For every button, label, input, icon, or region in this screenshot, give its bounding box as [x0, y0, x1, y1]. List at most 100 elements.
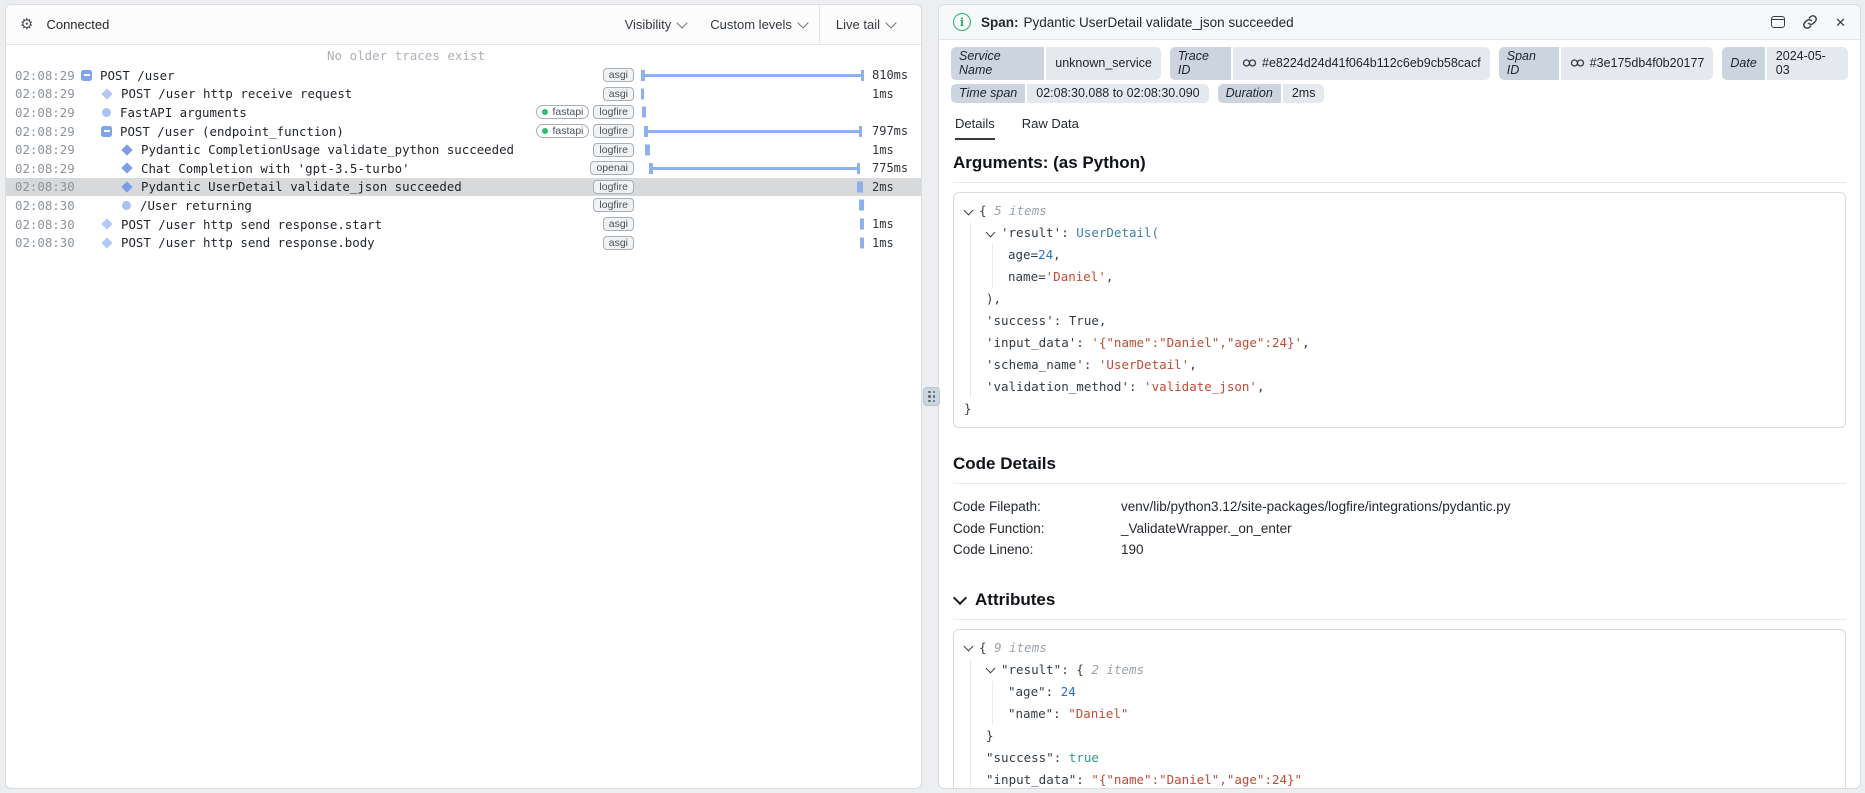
code-token: , — [1053, 247, 1061, 262]
python-arguments-code: { 5 items'result': UserDetail(age= 24, nam… — [953, 192, 1846, 428]
scope-badges: fastapi logfire — [536, 105, 641, 120]
info-icon: i — [953, 13, 971, 31]
scope-badges: openai — [590, 161, 641, 176]
trace-span-label: Pydantic UserDetail validate_json succee… — [141, 179, 462, 195]
collapse-toggle-icon[interactable] — [101, 125, 112, 137]
indent-guide — [964, 266, 986, 288]
scope-badge-asgi[interactable]: asgi — [602, 86, 634, 101]
duration-bar-track — [641, 178, 864, 197]
trace-row[interactable]: 02:08:30/User returning logfire — [6, 196, 921, 215]
meta-trace-id: Trace ID #e8224d24d41f064b112c6eb9cb58cac… — [1169, 47, 1490, 80]
scope-badge-logfire[interactable]: logfire — [593, 124, 634, 139]
scope-badge-logfire[interactable]: logfire — [593, 179, 634, 194]
attributes-section-header: Attributes — [952, 590, 1846, 620]
code-token: 'input_data': — [986, 335, 1092, 350]
meta-span-id-value[interactable]: #3e175db4f0b20177 — [1560, 47, 1714, 80]
trace-row[interactable]: 02:08:30 POST /user http send response.st… — [6, 215, 921, 234]
collapse-chevron-icon[interactable] — [952, 590, 968, 606]
collapse-chevron-icon[interactable] — [985, 227, 996, 237]
visibility-dropdown[interactable]: Visibility — [613, 16, 699, 32]
code-token: 'UserDetail' — [1098, 357, 1190, 372]
indent-guide — [986, 244, 1008, 266]
toggle-panel-layout-button[interactable] — [1771, 16, 1786, 28]
green-dot-icon — [542, 109, 549, 116]
trace-timestamp: 02:08:29 — [15, 104, 75, 120]
live-tail-dropdown[interactable]: Live tail — [820, 16, 921, 32]
trace-span-label: POST /user http send response.body — [121, 235, 375, 251]
code-token: , — [1189, 357, 1197, 372]
trace-span-label: Pydantic CompletionUsage validate_python… — [141, 142, 514, 158]
meta-trace-id-value[interactable]: #e8224d24d41f064b112c6eb9cb58cacf — [1233, 47, 1490, 80]
custom-levels-dropdown[interactable]: Custom levels — [698, 16, 819, 32]
span-name-label: Pydantic UserDetail validate_json succee… — [1023, 14, 1294, 30]
trace-row[interactable]: 02:08:30 POST /user http send response.bo… — [6, 233, 921, 252]
scope-badges: asgi — [602, 86, 641, 101]
meta-date-value: 2024-05-03 — [1766, 47, 1849, 80]
code-token: } — [964, 401, 972, 416]
indent-guide — [964, 288, 986, 310]
panel-resize-handle[interactable] — [923, 387, 940, 406]
code-line: 'input_data': '{"name":"Daniel","age":24… — [964, 332, 1835, 354]
meta-date: Date 2024-05-03 — [1722, 47, 1849, 80]
no-older-traces-message: No older traces exist — [326, 48, 486, 63]
trace-row[interactable]: 02:08:29 FastAPI arguments fastapi logfire — [6, 103, 921, 122]
code-token: "result": { — [1001, 661, 1092, 677]
chevron-down-icon — [676, 16, 688, 29]
collapse-chevron-icon[interactable] — [985, 663, 996, 674]
code-token: "input_data": — [986, 771, 1092, 787]
duration-bar — [644, 125, 862, 137]
duration-label: 1ms — [872, 86, 894, 101]
trace-row[interactable]: 02:08:29 POST /user (endpoint_function) fa… — [6, 122, 921, 141]
scope-badge-openai[interactable]: openai — [590, 161, 634, 176]
trace-row[interactable]: 02:08:29 Pydantic CompletionUsage validat… — [6, 140, 921, 159]
collapse-toggle-icon[interactable] — [81, 69, 92, 81]
scope-badge-logfire[interactable]: logfire — [593, 198, 634, 213]
span-kind-icon — [102, 107, 111, 117]
visibility-dropdown-label: Visibility — [624, 17, 672, 32]
collapse-chevron-icon[interactable] — [963, 641, 974, 652]
arguments-section-header: Arguments: (as Python) — [953, 153, 1846, 183]
duration-bar-track — [641, 196, 864, 215]
scope-badge-logfire[interactable]: logfire — [593, 105, 634, 120]
indent-guide — [964, 680, 986, 703]
trace-row[interactable]: 02:08:29 POST /user asgi 810ms — [6, 66, 921, 85]
trace-timestamp: 02:08:29 — [15, 123, 75, 139]
meta-badge-row: Time span 02:08:30.088 to 02:08:30.090 Dur… — [951, 84, 1848, 103]
duration-bar — [649, 162, 860, 174]
tab-raw-data[interactable]: Raw Data — [1022, 116, 1079, 140]
close-icon[interactable]: ✕ — [1835, 16, 1846, 29]
code-line: { 9 items — [963, 637, 1835, 659]
trace-span-tree: FastAPI arguments fastapi logfire — [77, 105, 641, 120]
tab-details[interactable]: Details — [955, 116, 995, 140]
copy-link-button[interactable] — [1802, 14, 1818, 30]
code-line: "success": true — [964, 746, 1835, 769]
collapse-chevron-icon[interactable] — [963, 205, 974, 215]
duration-bar-track — [641, 159, 864, 178]
duration-bar-track — [641, 122, 864, 141]
trace-row[interactable]: 02:08:30 Pydantic UserDetail validate_jso… — [6, 177, 921, 197]
trace-span-label: /User returning — [140, 197, 252, 213]
span-meta-badges: Service Name unknown_service Trace ID #e822… — [939, 40, 1860, 103]
scope-badge-fastapi[interactable]: fastapi — [536, 124, 590, 139]
code-line: "name": "Daniel" — [964, 702, 1835, 725]
scope-badge-asgi[interactable]: asgi — [602, 68, 634, 83]
meta-duration-label: Duration — [1217, 84, 1281, 103]
span-kind-icon — [101, 236, 113, 249]
scope-badge-asgi[interactable]: asgi — [602, 217, 634, 232]
duration-bar-track — [641, 85, 864, 104]
trace-row[interactable]: 02:08:29 POST /user http receive request a… — [6, 85, 921, 104]
code-token: , — [1256, 379, 1265, 394]
trace-timestamp: 02:08:29 — [15, 67, 75, 83]
indent-guide — [964, 724, 986, 747]
scope-badge-fastapi[interactable]: fastapi — [536, 105, 590, 120]
duration-bar — [860, 218, 864, 230]
duration-bar — [641, 88, 644, 100]
trace-row[interactable]: 02:08:29 Chat Completion with 'gpt-3.5-tu… — [6, 159, 921, 178]
scope-badge-asgi[interactable]: asgi — [602, 235, 634, 250]
code-token: 'schema_name': — [986, 357, 1099, 372]
scope-badge-logfire[interactable]: logfire — [593, 142, 634, 157]
code-line: } — [964, 398, 1835, 420]
code-token: "success": — [986, 749, 1069, 765]
meta-duration: Duration 2ms — [1217, 84, 1325, 103]
gear-icon[interactable]: ⚙ — [20, 17, 33, 32]
